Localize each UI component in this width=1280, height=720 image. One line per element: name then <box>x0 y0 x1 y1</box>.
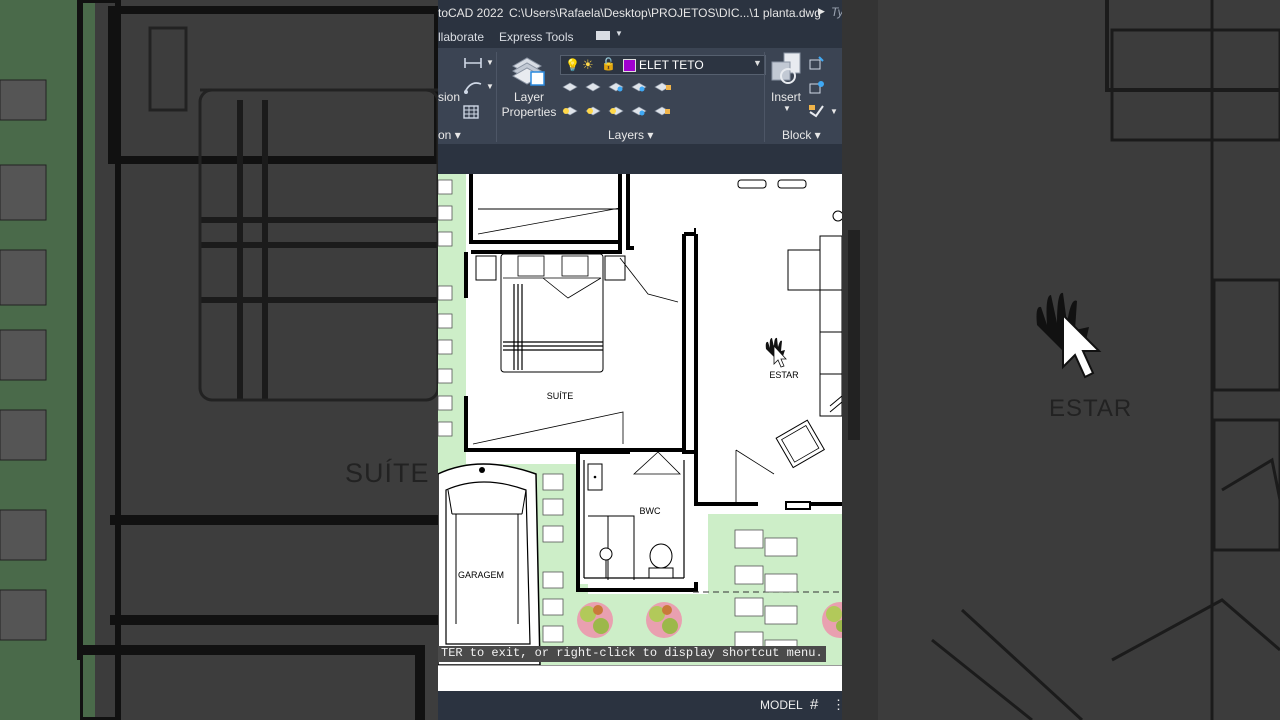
current-layer-name: ELET TETO <box>639 58 704 72</box>
layer-properties-icon[interactable] <box>511 54 545 86</box>
layer-dropdown-arrow-icon: ▼ <box>753 58 762 68</box>
tab-express-tools[interactable]: Express Tools <box>499 30 573 44</box>
block-panel-title[interactable]: Block ▾ <box>782 128 821 142</box>
app-title: toCAD 2022 <box>438 6 504 20</box>
layer-on-icon: 💡 <box>565 58 580 72</box>
layer-color-swatch <box>623 59 636 72</box>
table-icon[interactable] <box>463 105 479 119</box>
tab-collaborate[interactable]: llaborate <box>438 30 484 44</box>
dimension-label: sion <box>438 90 461 104</box>
layer-properties-button[interactable]: Layer Properties <box>500 90 558 120</box>
workspace-dropdown-icon[interactable]: ▼ <box>615 29 623 38</box>
background-right-zoom: ESTAR <box>842 0 1280 720</box>
file-tab-strip <box>438 144 842 174</box>
panel-separator <box>496 52 497 142</box>
layer-dropdown[interactable]: 💡 ☀ 🔓 ELET TETO ▼ <box>560 55 766 75</box>
edit-block-icon[interactable] <box>808 80 824 94</box>
workspace-toggle-icon[interactable] <box>596 31 610 40</box>
room-label-suite: SUÍTE <box>547 391 574 401</box>
ribbon: ▼ sion ▼ on ▾ Layer Properties 💡 ☀ 🔓 ELE… <box>438 48 842 144</box>
title-bar: toCAD 2022 C:\Users\Rafaela\Desktop\PROJ… <box>438 0 842 26</box>
dimension-dropdown-icon[interactable]: ▼ <box>486 58 494 67</box>
floor-plan: SUÍTE ESTAR BWC GARAGEM <box>438 174 842 665</box>
title-expand-icon[interactable]: ▶ <box>818 6 825 17</box>
drawing-canvas[interactable]: SUÍTE ESTAR BWC GARAGEM <box>438 174 842 665</box>
grid-icon[interactable]: # <box>810 696 818 713</box>
layer-properties-label-line2: Properties <box>501 105 557 119</box>
insert-block-icon[interactable] <box>770 52 804 86</box>
status-more-icon[interactable]: ⋮ <box>832 697 842 713</box>
layer-properties-label-line1: Layer <box>513 90 545 104</box>
tree-icon <box>577 602 613 638</box>
edit-attributes-icon[interactable] <box>808 104 824 118</box>
leader-dropdown-icon[interactable]: ▼ <box>486 82 494 91</box>
edit-attributes-dropdown-icon[interactable]: ▼ <box>830 107 838 116</box>
layers-panel-title[interactable]: Layers ▾ <box>608 128 653 142</box>
room-label-bwc: BWC <box>640 506 661 516</box>
linear-dimension-icon[interactable] <box>463 56 483 70</box>
model-space-button[interactable]: MODEL <box>760 698 803 712</box>
layer-thaw-icon: ☀ <box>582 57 594 72</box>
annotation-panel-title[interactable]: on ▾ <box>438 128 461 142</box>
insert-button[interactable]: Insert <box>771 90 801 104</box>
file-path: C:\Users\Rafaela\Desktop\PROJETOS\DIC...… <box>509 6 821 20</box>
layer-unlock-icon: 🔓 <box>601 57 616 71</box>
create-block-icon[interactable] <box>808 56 824 70</box>
background-plan-left <box>0 0 438 720</box>
autocad-window: toCAD 2022 C:\Users\Rafaela\Desktop\PROJ… <box>438 0 842 720</box>
search-box[interactable]: Ty <box>831 5 842 19</box>
background-pan-hand-icon <box>1036 292 1102 379</box>
tree-icon <box>646 602 682 638</box>
command-input[interactable] <box>438 665 842 692</box>
background-estar-label: ESTAR <box>1049 395 1133 422</box>
background-suite-label: SUÍTE <box>345 458 430 488</box>
command-line-history: TER to exit, or right-click to display s… <box>438 646 826 662</box>
room-label-estar: ESTAR <box>769 370 799 380</box>
room-label-garagem: GARAGEM <box>458 570 504 580</box>
ribbon-tab-bar: llaborate Express Tools ▼ <box>438 26 842 48</box>
status-bar: MODEL # ⋮ <box>438 691 842 720</box>
layer-tools-grid <box>562 82 671 116</box>
insert-label: Insert <box>771 90 802 104</box>
leader-icon[interactable] <box>463 80 483 94</box>
insert-dropdown-icon[interactable]: ▼ <box>783 104 791 113</box>
background-left-zoom: SUÍTE <box>0 0 438 720</box>
panel-separator <box>764 52 765 142</box>
